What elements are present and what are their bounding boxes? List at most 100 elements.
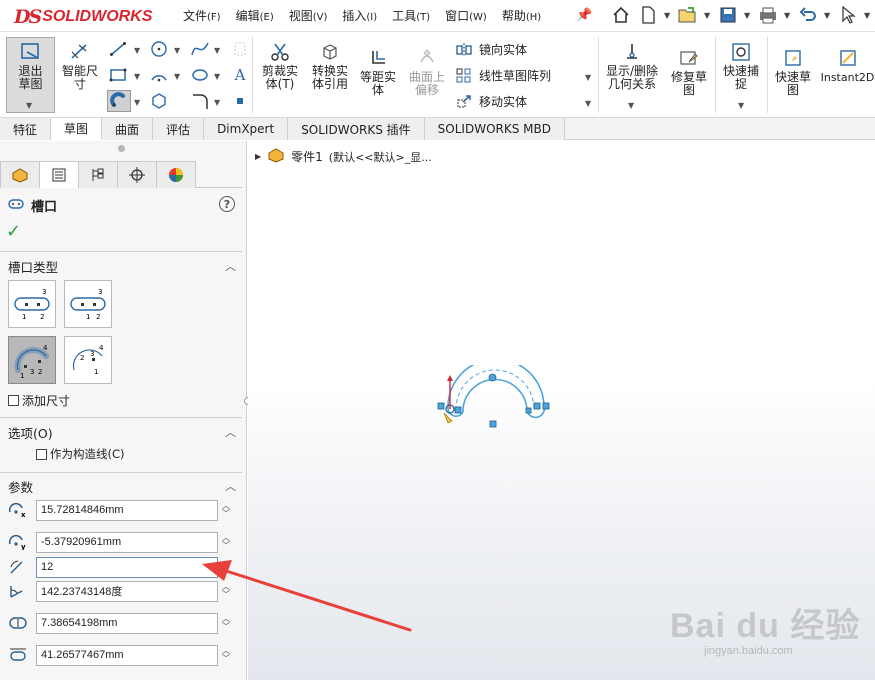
trim-entities-label: 剪裁实体(T) [261, 64, 298, 91]
chevron-down-icon[interactable]: ▼ [26, 101, 32, 110]
display-manager-tab-icon[interactable] [156, 161, 196, 188]
dimxpert-tab-icon[interactable] [117, 161, 157, 188]
chevron-down-icon[interactable]: ▼ [704, 11, 712, 20]
chevron-down-icon[interactable]: ▼ [864, 11, 872, 20]
help-icon[interactable]: ? [219, 196, 235, 212]
panel-grip[interactable] [118, 145, 125, 152]
chevron-down-icon[interactable]: ▼ [585, 73, 591, 82]
center-y-input[interactable] [36, 531, 218, 553]
menu-edit[interactable]: 编辑(E) [233, 7, 278, 24]
menu-window[interactable]: 窗口(W) [442, 7, 491, 24]
center-x-input[interactable] [36, 499, 218, 521]
menu-file[interactable]: 文件(F) [180, 7, 225, 24]
mirror-entities-button[interactable]: 镜向实体 [455, 41, 527, 58]
chevron-down-icon[interactable]: ▼ [174, 72, 180, 81]
centerpoint-straight-slot-button[interactable]: 3 12 [64, 280, 112, 328]
arc-icon[interactable] [149, 66, 169, 84]
center-y-spinner[interactable]: ︿ ﹀ [222, 534, 230, 550]
chevron-down-icon[interactable]: ▼ [134, 98, 140, 107]
options-header[interactable]: 选项(O) ︿ [0, 422, 242, 442]
plane-icon[interactable] [230, 40, 250, 58]
save-icon[interactable] [717, 4, 739, 26]
tab-sketch[interactable]: 草图 [51, 118, 103, 140]
linear-pattern-button[interactable]: 线性草图阵列 [455, 67, 551, 84]
centerpoint-arc-slot-button[interactable]: 4 23 1 [64, 336, 112, 384]
checkbox-box[interactable] [8, 395, 19, 406]
chevron-down-icon[interactable]: ▼ [174, 46, 180, 55]
tab-evaluate[interactable]: 评估 [153, 118, 205, 140]
arc-slot-sketch[interactable] [430, 365, 560, 440]
print-icon[interactable] [757, 4, 779, 26]
select-cursor-icon[interactable] [837, 4, 859, 26]
fillet-icon[interactable] [190, 92, 210, 110]
rectangle-icon[interactable] [108, 66, 128, 84]
home-icon[interactable] [610, 4, 632, 26]
property-manager-tab-icon[interactable] [39, 161, 79, 188]
svg-text:1: 1 [22, 313, 26, 321]
tab-solidworks-addins[interactable]: SOLIDWORKS 插件 [288, 118, 425, 140]
move-entities-button[interactable]: 移动实体 [455, 93, 527, 110]
point-icon[interactable] [230, 92, 250, 110]
new-document-icon[interactable] [637, 4, 659, 26]
chevron-down-icon[interactable]: ▼ [134, 46, 140, 55]
quick-snaps-button[interactable]: 快速捕捉 [717, 41, 765, 91]
chevron-down-icon[interactable]: ▼ [824, 11, 832, 20]
offset-entities-button[interactable]: 等距实体 [355, 47, 401, 97]
spline-icon[interactable] [190, 40, 210, 58]
trim-entities-button[interactable]: 剪裁实体(T) [256, 41, 304, 91]
rapid-sketch-button[interactable]: 快速草图 [770, 47, 816, 97]
menu-insert[interactable]: 插入(I) [339, 7, 381, 24]
convert-entities-button[interactable]: 转换实体引用 [305, 41, 355, 91]
line-icon[interactable] [108, 40, 128, 58]
chevron-down-icon[interactable]: ▼ [214, 98, 220, 107]
checkbox-box[interactable] [36, 448, 47, 460]
chevron-up-icon[interactable]: ︿ [225, 424, 236, 440]
chevron-down-icon[interactable]: ▼ [214, 46, 220, 55]
repair-sketch-button[interactable]: 修复草图 [666, 47, 712, 97]
configuration-manager-tab-icon[interactable] [78, 161, 118, 188]
ok-checkmark-button[interactable]: ✓ [6, 221, 21, 242]
instant2d-button[interactable]: Instant2D [820, 47, 875, 84]
chevron-down-icon[interactable]: ▼ [585, 99, 591, 108]
add-dimensions-label: 添加尺寸 [22, 394, 71, 408]
center-x-spinner[interactable]: ︿ ﹀ [222, 502, 230, 518]
menu-help[interactable]: 帮助(H) [499, 7, 545, 24]
slot-length-input[interactable] [36, 644, 218, 666]
slot-length-spinner[interactable]: ︿ ﹀ [222, 647, 230, 663]
construction-checkbox[interactable]: 作为构造线(C) [36, 446, 125, 462]
three-point-arc-slot-button[interactable]: 4 132 [8, 336, 56, 384]
offset-on-surface-button[interactable]: 曲面上偏移 [404, 47, 450, 97]
chevron-down-icon[interactable]: ▼ [784, 11, 792, 20]
add-dimensions-checkbox[interactable]: 添加尺寸 [8, 392, 70, 409]
menu-view[interactable]: 视图(V) [286, 7, 332, 24]
tab-features[interactable]: 特征 [0, 118, 52, 140]
smart-dimension-button[interactable]: 智能尺寸 [57, 41, 103, 91]
expand-arrow-icon[interactable]: ▶ [255, 152, 261, 161]
polygon-icon[interactable] [149, 92, 169, 110]
feature-manager-tab-icon[interactable] [0, 161, 40, 188]
menu-tools[interactable]: 工具(T) [389, 7, 434, 24]
display-relations-button[interactable]: 显示/删除几何关系 [600, 41, 664, 91]
chevron-down-icon[interactable]: ▼ [628, 101, 634, 110]
pin-icon[interactable]: 📌 [576, 8, 592, 23]
chevron-up-icon[interactable]: ︿ [225, 258, 236, 274]
chevron-down-icon[interactable]: ▼ [744, 11, 752, 20]
ellipse-icon[interactable] [190, 66, 210, 84]
chevron-down-icon[interactable]: ▼ [664, 11, 672, 20]
tab-dimxpert[interactable]: DimXpert [204, 118, 289, 140]
solidworks-logo[interactable]: DS SOLIDWORKS [14, 5, 152, 29]
slot-type-header[interactable]: 槽口类型 ︿ [0, 256, 242, 276]
open-folder-icon[interactable] [677, 4, 699, 26]
undo-icon[interactable] [797, 4, 819, 26]
chevron-down-icon[interactable]: ▼ [214, 72, 220, 81]
chevron-down-icon[interactable]: ▼ [738, 101, 744, 110]
feature-tree-flyout[interactable]: ▶ 零件1 (默认<<默认>_显... [255, 147, 432, 166]
tab-solidworks-mbd[interactable]: SOLIDWORKS MBD [424, 118, 565, 140]
circle-icon[interactable] [149, 40, 169, 58]
parameters-header[interactable]: 参数 ︿ [0, 476, 242, 496]
chevron-up-icon[interactable]: ︿ [225, 478, 236, 494]
straight-slot-button[interactable]: 3 1 2 [8, 280, 56, 328]
text-icon[interactable]: A [230, 66, 250, 84]
chevron-down-icon[interactable]: ▼ [134, 72, 140, 81]
tab-surfaces[interactable]: 曲面 [102, 118, 154, 140]
